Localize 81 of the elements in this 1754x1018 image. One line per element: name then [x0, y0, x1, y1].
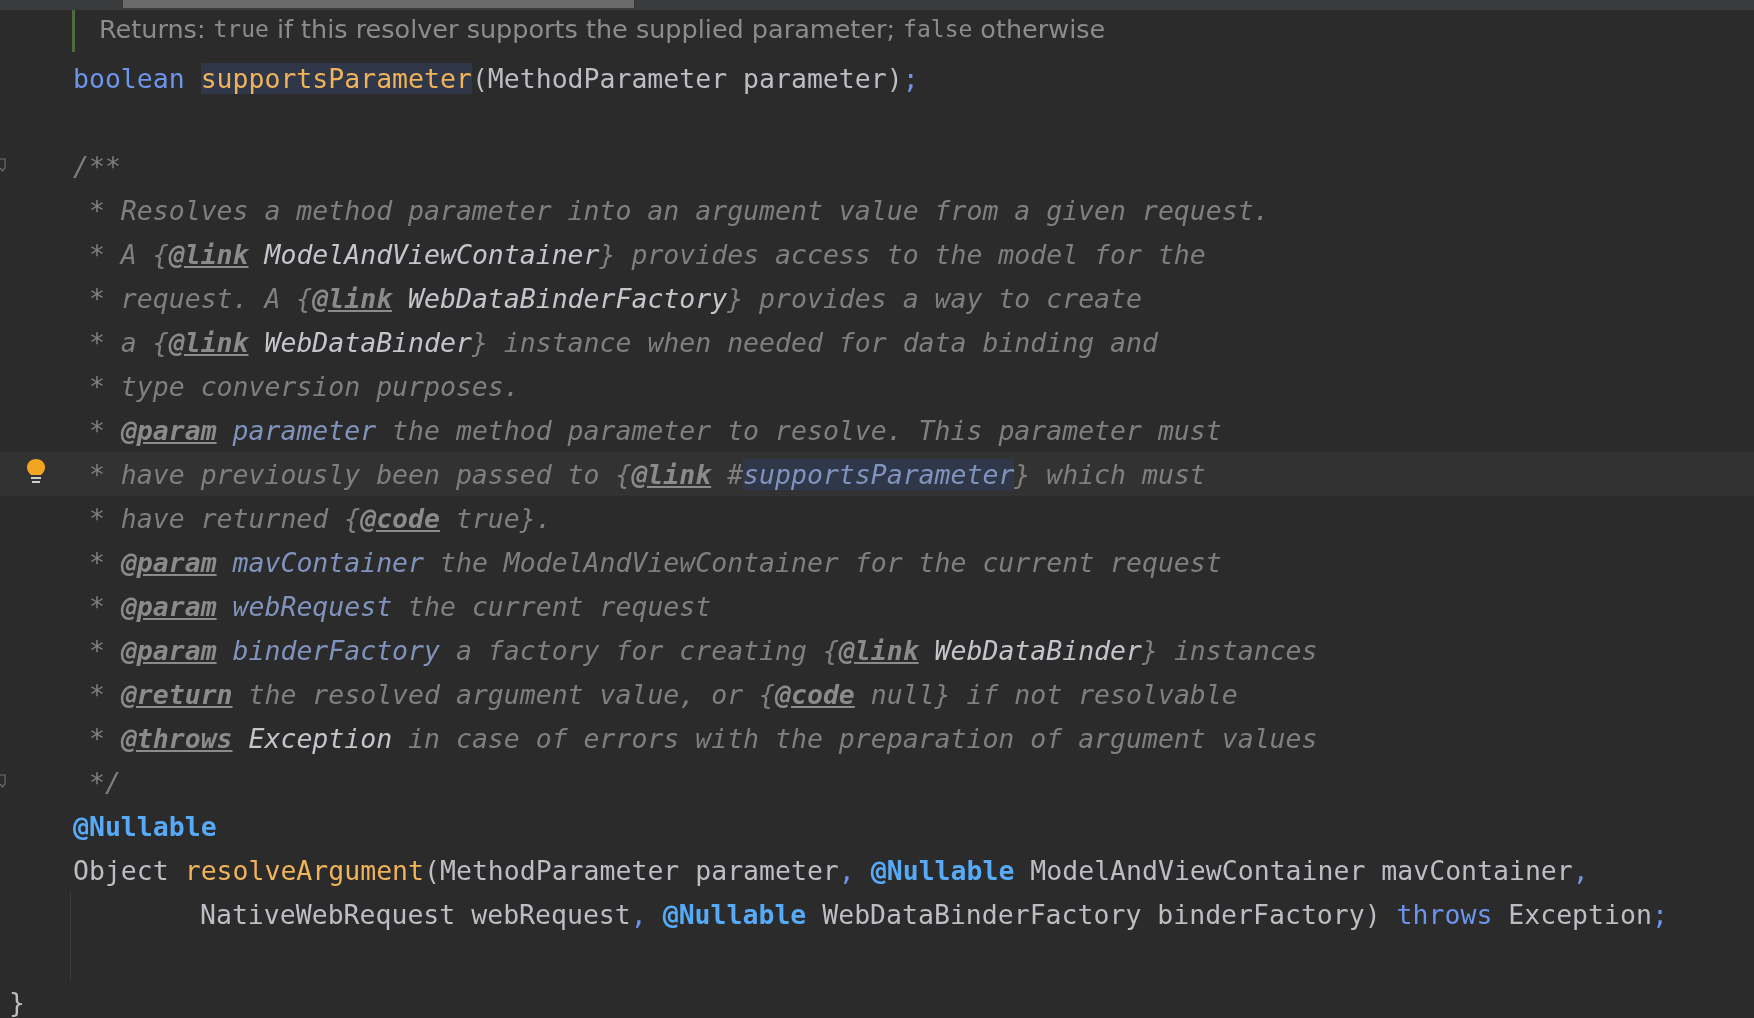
punctuation: , [838, 854, 855, 886]
type-reference: Exception [248, 722, 393, 754]
comment-text: } provides a way to create [727, 282, 1142, 314]
code-text: Exception [1508, 898, 1652, 930]
javadoc-tag: @param [120, 546, 217, 578]
comment-text: * have previously been passed to { [87, 458, 632, 490]
comment-text: } instance when needed for data binding and [471, 326, 1158, 358]
code-text: NativeWebRequest webRequest [200, 898, 631, 930]
comment-text: * [87, 546, 106, 578]
comment-text: a factory for creating { [454, 634, 839, 666]
javadoc-tag: @return [120, 678, 233, 710]
code-text: ModelAndViewContainer mavContainer [1030, 854, 1573, 886]
comment-text: null} if not resolvable [869, 678, 1238, 710]
code-text: (MethodParameter parameter) [471, 62, 903, 94]
javadoc-tag: @link [838, 634, 919, 666]
comment-text: * Resolves a method parameter into an argument value from a given request. [87, 194, 1270, 226]
annotation: @Nullable [662, 898, 807, 930]
punctuation: ; [1651, 898, 1668, 930]
comment-text: } provides access to the model for the [599, 238, 1206, 270]
comment-text: } instances [1142, 634, 1318, 666]
javadoc-tag: @link [168, 326, 249, 358]
comment-text: * [87, 634, 106, 666]
scrollbar-thumb[interactable] [123, 0, 634, 8]
javadoc-tag: @param [120, 414, 217, 446]
code-text: WebDataBinderFactory binderFactory) [822, 898, 1381, 930]
fold-marker-icon[interactable] [0, 158, 6, 172]
type-reference: WebDataBinder [264, 326, 472, 358]
comment-text: * A { [87, 238, 169, 270]
comment-text: } which must [1014, 458, 1206, 490]
javadoc-tag: @code [360, 502, 440, 534]
javadoc-tag: @link [631, 458, 712, 490]
comment-text: true}. [454, 502, 552, 534]
annotation: @Nullable [870, 854, 1015, 886]
code-text: Object [73, 854, 169, 886]
javadoc-tag: @throws [120, 722, 233, 754]
keyword: throws [1396, 898, 1493, 930]
keyword: boolean [73, 62, 185, 94]
type-reference: ModelAndViewContainer [264, 238, 600, 270]
doc-text: Returns: [99, 14, 206, 44]
highlighted-method-name: supportsParameter [200, 62, 472, 94]
comment-text: the ModelAndViewContainer for the current request [438, 546, 1222, 578]
comment-text: # [726, 458, 744, 490]
comment-text: * type conversion purposes. [87, 370, 520, 402]
comment-text: in case of errors with the preparation of argument values [407, 722, 1318, 754]
highlighted-reference: supportsParameter [743, 458, 1015, 490]
type-reference: WebDataBinderFactory [408, 282, 728, 314]
comment-text: the current request [407, 590, 712, 622]
comment-text: * [87, 414, 106, 446]
fold-marker-icon[interactable] [0, 774, 6, 788]
comment-text: * request. A { [87, 282, 313, 314]
method-name: resolveArgument [184, 854, 424, 886]
parameter-name: webRequest [232, 590, 393, 622]
comment-text: * [87, 590, 106, 622]
comment-text: * [87, 678, 106, 710]
comment-text: */ [87, 766, 121, 798]
javadoc-tag: @link [312, 282, 393, 314]
code-text: (MethodParameter parameter [424, 854, 839, 886]
comment-text: the resolved argument value, or { [247, 678, 775, 710]
comment-text: * [87, 722, 106, 754]
doc-text: otherwise [980, 14, 1106, 44]
punctuation: , [1572, 854, 1589, 886]
punctuation: ; [902, 62, 919, 94]
comment-text: /** [73, 150, 121, 182]
javadoc-tag: @param [120, 590, 217, 622]
code-literal: true [213, 16, 269, 42]
parameter-name: mavContainer [232, 546, 424, 578]
comment-text: the method parameter to resolve. This parameter must [391, 414, 1222, 446]
comment-text: * a { [87, 326, 169, 358]
comment-text: * have returned { [87, 502, 361, 534]
javadoc-tag: @param [120, 634, 217, 666]
parameter-name: parameter [232, 414, 377, 446]
code-text: } [9, 986, 25, 1018]
code-literal: false [903, 16, 973, 42]
lightbulb-icon[interactable] [26, 458, 46, 486]
punctuation: , [630, 898, 647, 930]
javadoc-tag: @link [168, 238, 249, 270]
parameter-name: binderFactory [232, 634, 440, 666]
annotation: @Nullable [73, 810, 217, 842]
doc-text: if this resolver supports the supplied parameter; [276, 14, 896, 44]
javadoc-tag: @code [775, 678, 855, 710]
type-reference: WebDataBinder [934, 634, 1142, 666]
